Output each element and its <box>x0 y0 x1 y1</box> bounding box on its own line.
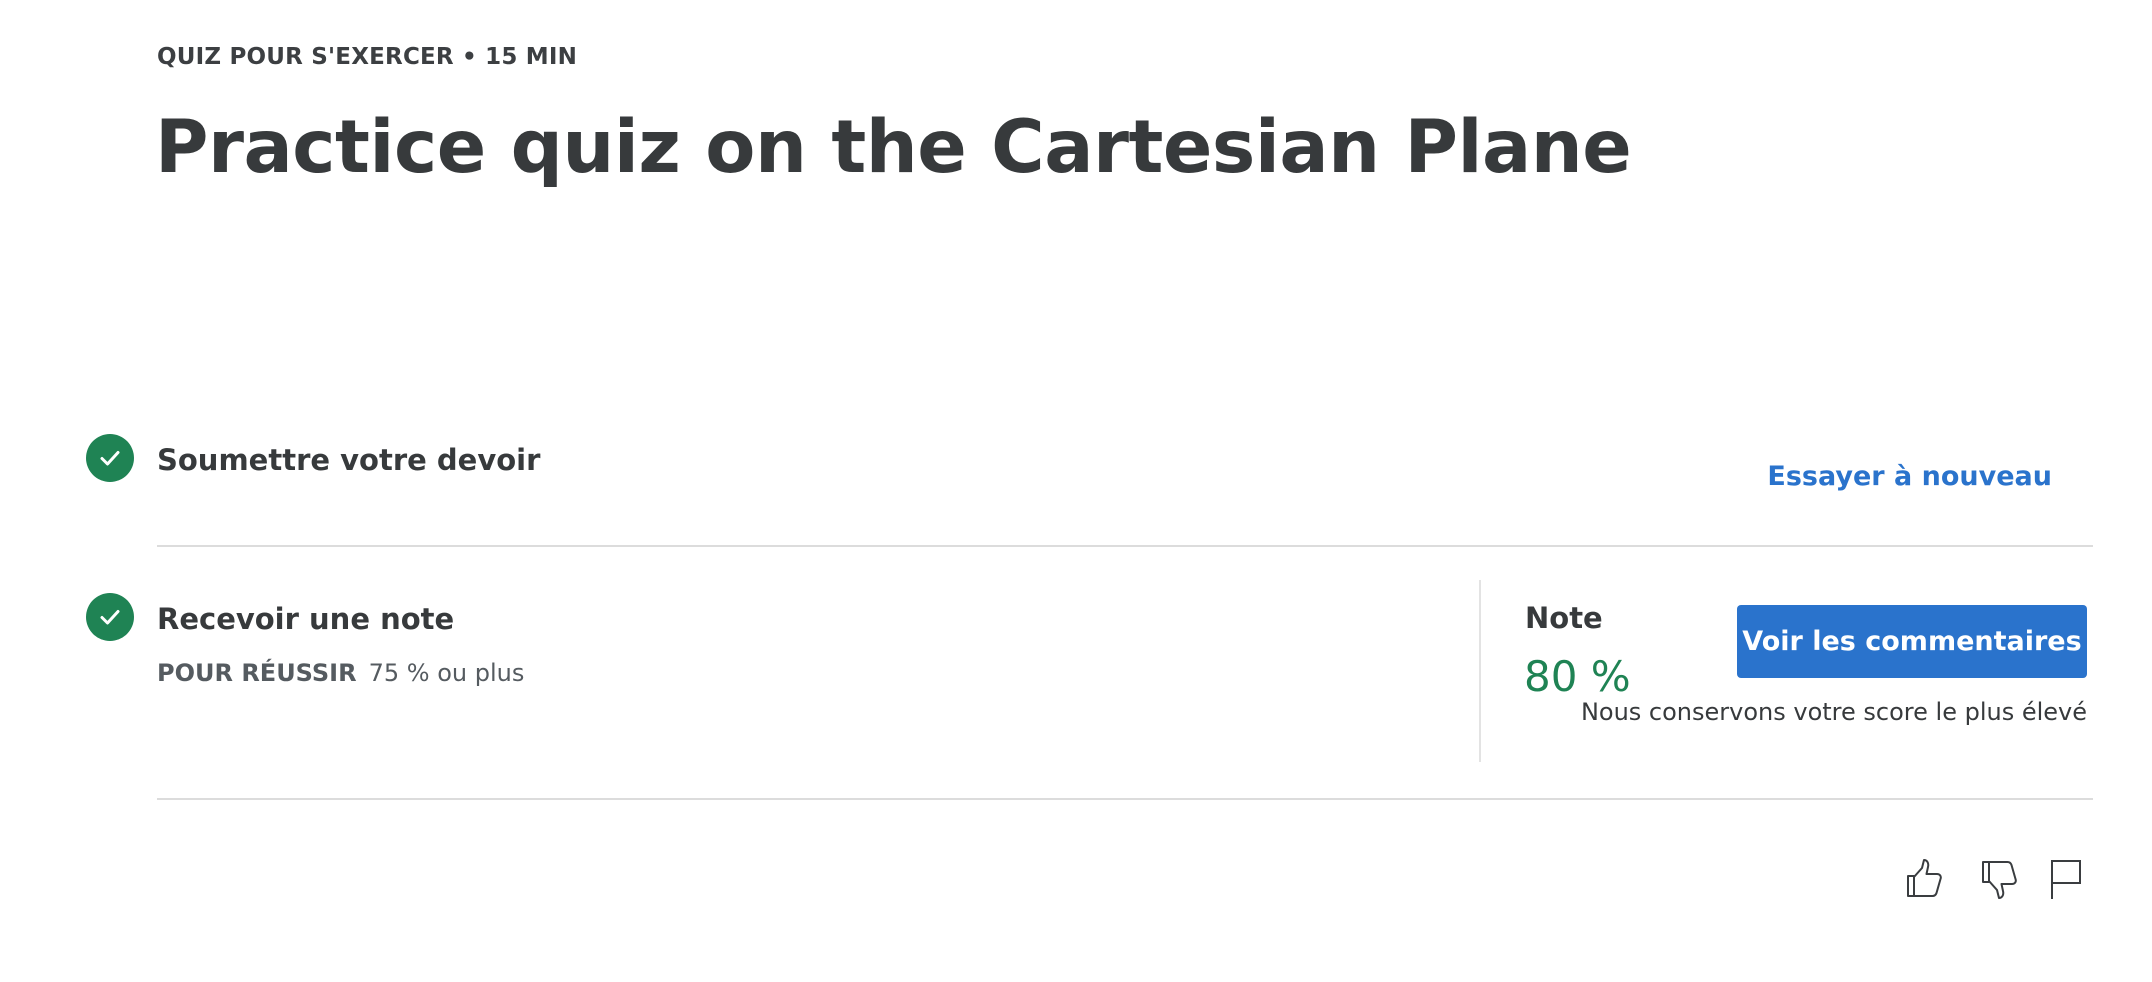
submit-step-title: Soumettre votre devoir <box>157 443 541 477</box>
quiz-eyebrow: QUIZ POUR S'EXERCER • 15 MIN <box>157 44 578 70</box>
score-note: Nous conservons votre score le plus élev… <box>1580 698 2087 726</box>
thumbs-up-icon[interactable] <box>1900 855 1948 903</box>
grade-vertical-divider <box>1479 580 1481 762</box>
flag-icon[interactable] <box>2040 855 2088 903</box>
pass-value: 75 % ou plus <box>368 659 525 687</box>
page-title: Practice quiz on the Cartesian Plane <box>155 105 1632 190</box>
thumbs-down-icon[interactable] <box>1975 855 2023 903</box>
retry-link[interactable]: Essayer à nouveau <box>1767 461 2052 492</box>
divider-bottom <box>157 798 2093 800</box>
grade-step-title: Recevoir une note <box>157 602 455 636</box>
pass-label: POUR RÉUSSIR <box>157 659 357 687</box>
submit-status-check-icon <box>86 434 134 482</box>
grade-label: Note <box>1525 601 1603 635</box>
grade-value: 80 % <box>1524 652 1631 701</box>
pass-requirement: POUR RÉUSSIR 75 % ou plus <box>157 659 524 687</box>
divider-top <box>157 545 2093 547</box>
view-feedback-button[interactable]: Voir les commentaires <box>1737 605 2087 678</box>
grade-status-check-icon <box>86 593 134 641</box>
